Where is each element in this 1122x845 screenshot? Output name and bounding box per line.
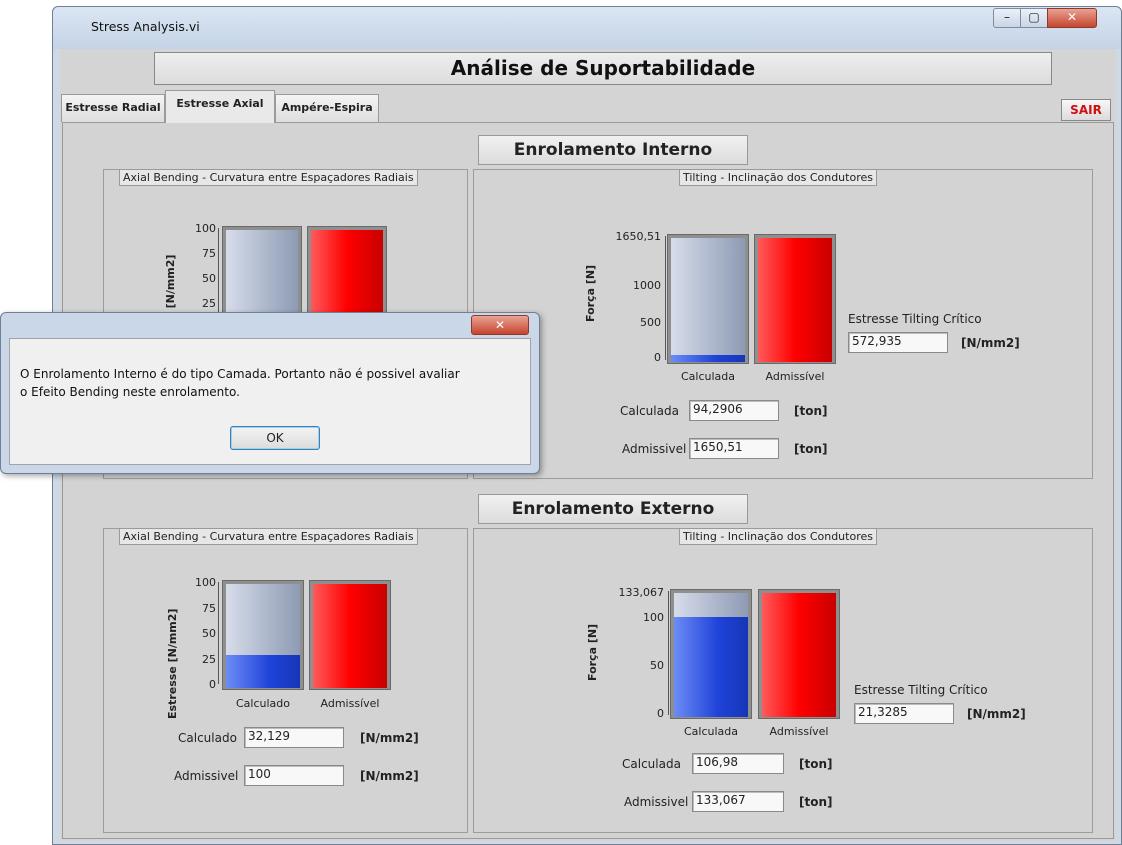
calculated-value-field: 94,2906 [689,400,779,421]
group-title: Tilting - Inclinação dos Condutores [679,528,877,545]
tick-label: 25 [202,297,216,310]
dialog-message-line-2: o Efeito Bending neste enrolamento. [20,385,240,399]
tick-label: 0 [209,678,216,691]
tick-label: 25 [202,653,216,666]
admissible-unit: [ton] [794,442,828,456]
bar-calculated [222,580,304,690]
tick-label: 0 [654,351,661,364]
tick-label: 100 [195,222,216,235]
section-label-internal: Enrolamento Interno [478,135,748,165]
bar-background [671,238,745,362]
tick-label: 1000 [633,279,661,292]
bar-fill [226,655,300,688]
critical-stress-unit: [N/mm2] [961,336,1020,350]
ok-button[interactable]: OK [230,426,320,450]
tick-label: 133,067 [618,586,665,599]
dialog-message: O Enrolamento Interno é do tipo Camada. … [20,365,530,401]
calculated-unit: [N/mm2] [360,731,419,745]
exit-button[interactable]: SAIR [1061,99,1111,121]
close-icon: ✕ [494,318,506,332]
critical-stress-unit: [N/mm2] [967,707,1026,721]
bar-calculated [670,589,752,719]
y-axis [218,582,219,684]
bar-label-admissible: Admissível [765,370,825,383]
bar-calculated [667,234,749,364]
group-title: Axial Bending - Curvatura entre Espaçado… [119,528,418,545]
bar-fill [758,238,832,362]
bar-fill [313,584,387,688]
calculated-label: Calculada [622,757,681,771]
group-internal-tilting: Tilting - Inclinação dos Condutores Forç… [473,169,1093,479]
group-external-tilting: Tilting - Inclinação dos Condutores Forç… [473,528,1093,833]
y-axis-title: Força [N] [586,623,599,681]
bar-fill [674,617,748,717]
admissible-value-field: 100 [244,765,344,786]
tab-estresse-radial[interactable]: Estresse Radial [61,94,165,122]
y-axis [668,591,669,715]
tick-label: 0 [657,707,664,720]
tick-label: 75 [202,247,216,260]
calculated-label: Calculada [620,404,679,418]
critical-stress-label: Estresse Tilting Crítico [854,683,988,697]
admissible-unit: [N/mm2] [360,769,419,783]
admissible-label: Admissivel [622,442,687,456]
critical-stress-label: Estresse Tilting Crítico [848,312,982,326]
tab-ampere-espira[interactable]: Ampére-Espira [275,94,379,122]
bar-fill [671,355,745,362]
admissible-label: Admissivel [624,795,689,809]
dialog-close-button[interactable]: ✕ [471,315,529,335]
bar-label-calculated: Calculada [683,725,739,738]
calculated-unit: [ton] [799,757,833,771]
tick-label: 50 [202,627,216,640]
tick-label: 500 [640,316,661,329]
calculated-unit: [ton] [794,404,828,418]
tick-label: 75 [202,602,216,615]
bar-label-calculated: Calculada [680,370,736,383]
admissible-value-field: 133,067 [692,791,784,812]
tab-panel: Enrolamento Interno Axial Bending - Curv… [62,122,1114,839]
bar-admissible [758,589,840,719]
calculated-value-field: 106,98 [692,753,784,774]
close-button[interactable]: ✕ [1047,8,1097,28]
group-title: Axial Bending - Curvatura entre Espaçado… [119,169,418,186]
admissible-unit: [ton] [799,795,833,809]
group-title: Tilting - Inclinação dos Condutores [679,169,877,186]
bar-label-admissible: Admissível [769,725,829,738]
calculated-value-field: 32,129 [244,727,344,748]
bar-admissible [309,580,391,690]
title-bar[interactable]: Stress Analysis.vi – ▢ ✕ [53,7,1121,49]
maximize-button[interactable]: ▢ [1020,8,1048,28]
tick-label: 1650,51 [615,230,662,243]
message-dialog: ✕ O Enrolamento Interno é do tipo Camada… [0,312,540,474]
dialog-body: O Enrolamento Interno é do tipo Camada. … [9,338,531,465]
tick-label: 50 [202,272,216,285]
tick-label: 100 [195,576,216,589]
y-axis [665,236,666,360]
admissible-value-field: 1650,51 [689,438,779,459]
tick-label: 50 [650,659,664,672]
tick-label: 100 [643,611,664,624]
bar-fill [762,593,836,717]
calculated-label: Calculado [178,731,237,745]
critical-stress-field: 572,935 [848,332,948,353]
page-title: Análise de Suportabilidade [154,52,1052,85]
bar-label-admissible: Admissível [320,697,380,710]
group-external-bending: Axial Bending - Curvatura entre Espaçado… [103,528,468,833]
window-title: Stress Analysis.vi [91,19,200,34]
bar-label-calculated: Calculado [235,697,290,710]
minimize-icon: – [1004,10,1010,24]
maximize-icon: ▢ [1028,10,1040,24]
admissible-label: Admissivel [174,769,239,783]
y-axis-title: Força [N] [584,264,597,322]
dialog-message-line-1: O Enrolamento Interno é do tipo Camada. … [20,367,460,381]
section-label-external: Enrolamento Externo [478,494,748,524]
minimize-button[interactable]: – [993,8,1021,28]
critical-stress-field: 21,3285 [854,703,954,724]
close-icon: ✕ [1066,10,1078,24]
bar-admissible [754,234,836,364]
tab-estresse-axial[interactable]: Estresse Axial [165,90,275,123]
